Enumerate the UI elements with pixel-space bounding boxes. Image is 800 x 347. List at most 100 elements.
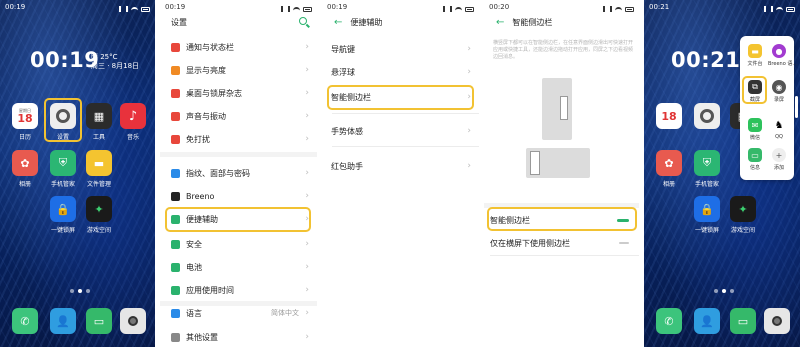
- record-icon: ◉: [772, 80, 786, 94]
- back-arrow-icon[interactable]: ←: [496, 17, 504, 28]
- camera-dock-icon[interactable]: [764, 308, 790, 334]
- messages-dock-icon[interactable]: ▭: [730, 308, 756, 334]
- phone-manager-icon[interactable]: ⛨: [50, 150, 76, 176]
- sidebar-item-add[interactable]: + 添加: [768, 148, 790, 171]
- settings-item-security[interactable]: 安全 ›: [160, 234, 317, 254]
- desktop-icon: [171, 88, 180, 98]
- game-space-icon[interactable]: ✦: [730, 196, 756, 222]
- calendar-day: 18: [17, 112, 33, 125]
- hourglass-icon: [171, 285, 180, 295]
- sidebar-item-breeno[interactable]: ● Breeno 语...: [768, 44, 797, 67]
- calendar-app-icon[interactable]: 星期日 18: [12, 103, 38, 129]
- music-app-icon[interactable]: ♪: [120, 103, 146, 129]
- item-label: 信息: [749, 165, 760, 171]
- camera-dock-icon[interactable]: [120, 308, 146, 334]
- sidebar-item-wechat[interactable]: ✉ 微信: [744, 118, 766, 141]
- phone-dock-icon[interactable]: ✆: [656, 308, 682, 334]
- chevron-right-icon: ›: [305, 332, 309, 342]
- item-label: 指纹、面部与密码: [186, 168, 250, 178]
- battery-icon: [786, 6, 795, 12]
- wifi-icon: [131, 6, 138, 12]
- signal-icon: [119, 6, 128, 12]
- settings-app-icon[interactable]: [694, 103, 720, 129]
- landscape-switch[interactable]: [619, 242, 629, 244]
- settings-item-display[interactable]: 显示与亮度 ›: [160, 60, 317, 80]
- signal-icon: [443, 6, 452, 12]
- clock-widget[interactable]: 00:21: [671, 48, 740, 72]
- item-label: 悬浮球: [331, 67, 355, 77]
- gallery-app-icon[interactable]: ✿: [12, 150, 38, 176]
- gallery-app-icon[interactable]: ✿: [656, 150, 682, 176]
- chevron-right-icon: ›: [305, 134, 309, 144]
- sidebar-item-messages[interactable]: ▭ 信息: [744, 148, 766, 171]
- chevron-right-icon: ›: [467, 67, 471, 77]
- assist-item-float-ball[interactable]: 悬浮球 ›: [322, 62, 479, 82]
- settings-item-breeno[interactable]: Breeno ›: [160, 186, 317, 206]
- item-label: 应用使用时间: [186, 285, 234, 295]
- chevron-right-icon: ›: [305, 308, 309, 318]
- weather-widget[interactable]: 晴 25°C 周三 · 8月18日: [91, 53, 139, 71]
- signal-icon: [603, 6, 612, 12]
- status-time: 00:19: [5, 3, 26, 11]
- sidebar-item-screen-record[interactable]: ◉ 录屏: [768, 80, 790, 103]
- clock-widget[interactable]: 00:19: [30, 48, 99, 72]
- music-note-icon: ♪: [128, 108, 138, 124]
- contacts-dock-icon[interactable]: 👤: [50, 308, 76, 334]
- item-label: Breeno: [186, 191, 215, 201]
- page-title: 设置: [171, 17, 187, 27]
- assist-screen: 00:19 ← 便捷辅助 导航键 › 悬浮球 › 智能侧边栏 › 手势体感 › 红包助手…: [322, 0, 479, 347]
- app-label: 相册: [662, 181, 675, 188]
- settings-item-battery[interactable]: 电池 ›: [160, 257, 317, 277]
- settings-item-other[interactable]: 其他设置 ›: [160, 327, 317, 347]
- smart-sidebar-panel[interactable]: ▬ 文件台 ● Breeno 语... ⧉ 截屏 ◉ 录屏 ✉ 微信 ♞ QQ ▭ 信息 + 添…: [740, 36, 797, 180]
- item-label: 手势体感: [331, 126, 363, 136]
- breeno-icon: [171, 191, 180, 201]
- settings-item-notifications[interactable]: 通知与状态栏 ›: [160, 37, 317, 57]
- phone-dock-icon[interactable]: ✆: [12, 308, 38, 334]
- back-arrow-icon[interactable]: ←: [334, 17, 342, 28]
- settings-item-language[interactable]: 语言 简体中文 ›: [160, 303, 317, 323]
- home-screen-1: 00:19 00:19 晴 25°C 周三 · 8月18日 星期日 18 日历 …: [0, 0, 155, 347]
- assist-item-red-packet[interactable]: 红包助手 ›: [322, 156, 479, 176]
- language-value: 简体中文: [271, 309, 299, 317]
- settings-item-fingerprint[interactable]: 指纹、面部与密码 ›: [160, 163, 317, 183]
- battery-icon: [465, 6, 474, 12]
- messages-dock-icon[interactable]: ▭: [86, 308, 112, 334]
- lock-screen-app-icon[interactable]: 🔒: [50, 196, 76, 222]
- settings-item-app-usage[interactable]: 应用使用时间 ›: [160, 280, 317, 300]
- assist-item-gesture[interactable]: 手势体感 ›: [322, 121, 479, 141]
- item-label: 声音与振动: [186, 111, 226, 121]
- settings-screen: 00:19 设置 通知与状态栏 › 显示与亮度 › 桌面与锁屏杂志 › 声音与振动 › …: [160, 0, 317, 347]
- status-bar: 00:19: [5, 3, 150, 15]
- settings-item-desktop[interactable]: 桌面与锁屏杂志 ›: [160, 83, 317, 103]
- game-space-icon[interactable]: ✦: [86, 196, 112, 222]
- chevron-right-icon: ›: [305, 262, 309, 272]
- calendar-app-icon[interactable]: 18: [656, 103, 682, 129]
- phone-manager-icon[interactable]: ⛨: [694, 150, 720, 176]
- lock-screen-app-icon[interactable]: 🔒: [694, 196, 720, 222]
- assist-highlight: [165, 207, 311, 232]
- item-label: 文件台: [747, 61, 763, 67]
- contacts-dock-icon[interactable]: 👤: [694, 308, 720, 334]
- sidebar-description: 横竖屏下都可以在智能侧边栏，在任意界面侧边滑出可快速打开应用或快捷工具，还能边滑…: [493, 40, 634, 60]
- breeno-icon: ●: [772, 44, 786, 58]
- sidebar-handle[interactable]: [795, 96, 798, 118]
- sound-icon: [171, 111, 180, 121]
- file-manager-icon[interactable]: ▬: [86, 150, 112, 176]
- sidebar-item-qq[interactable]: ♞ QQ: [768, 118, 790, 140]
- divider: [490, 255, 639, 256]
- landscape-only-toggle-row[interactable]: 仅在横屏下使用侧边栏: [484, 233, 639, 253]
- item-label: 通知与状态栏: [186, 42, 234, 52]
- app-label: 音乐: [126, 134, 139, 141]
- tools-folder-icon[interactable]: ▦: [86, 103, 112, 129]
- search-icon[interactable]: [299, 17, 307, 25]
- divider: [332, 113, 479, 114]
- sidebar-item-file-desk[interactable]: ▬ 文件台: [744, 44, 766, 67]
- shield-icon: [171, 239, 180, 249]
- settings-item-dnd[interactable]: 免打扰 ›: [160, 129, 317, 149]
- weather-date: 周三 · 8月18日: [91, 62, 140, 70]
- item-label: 添加: [773, 165, 784, 171]
- assist-item-nav-keys[interactable]: 导航键 ›: [322, 39, 479, 59]
- settings-item-sound[interactable]: 声音与振动 ›: [160, 106, 317, 126]
- item-label: 桌面与锁屏杂志: [186, 88, 242, 98]
